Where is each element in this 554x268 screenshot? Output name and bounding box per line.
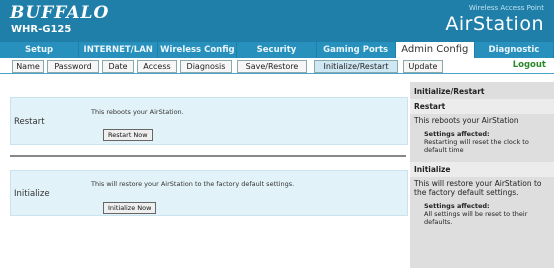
tab-internet-lan[interactable]: INTERNET/LAN <box>79 42 158 58</box>
help-initialize-affected-label: Settings affected: <box>424 202 490 210</box>
help-restart-affected-label: Settings affected: <box>424 130 490 138</box>
help-initialize-text: This will restore your AirStation to the… <box>414 179 542 197</box>
tab-gaming-ports[interactable]: Gaming Ports <box>316 42 395 58</box>
model-name: WHR-G125 <box>11 24 72 35</box>
subtab-save-restore[interactable]: Save/Restore <box>237 60 307 73</box>
tab-security[interactable]: Security <box>237 42 316 58</box>
help-title: Initialize/Restart <box>414 87 485 96</box>
product-name: AirStation <box>445 13 544 35</box>
subtab-password[interactable]: Password <box>47 60 99 73</box>
main-nav: Setup INTERNET/LAN Wireless Config Secur… <box>0 42 554 58</box>
restart-label: Restart <box>14 117 45 127</box>
initialize-label: Initialize <box>14 189 50 199</box>
logout-link[interactable]: Logout <box>513 60 546 70</box>
subtab-initialize-restart[interactable]: Initialize/Restart <box>314 60 398 73</box>
restart-now-button[interactable]: Restart Now <box>103 129 153 141</box>
product-subtitle: Wireless Access Point <box>468 4 544 12</box>
help-sidebar: Initialize/Restart Restart This reboots … <box>410 82 554 268</box>
subtab-access[interactable]: Access <box>137 60 177 73</box>
tab-setup[interactable]: Setup <box>0 42 79 58</box>
help-restart-title: Restart <box>410 99 554 114</box>
subtab-name[interactable]: Name <box>12 60 44 73</box>
help-initialize-title: Initialize <box>410 162 554 177</box>
restart-description: This reboots your AirStation. <box>91 108 184 116</box>
section-divider <box>10 155 406 157</box>
initialize-now-button[interactable]: Initialize Now <box>103 202 157 214</box>
sub-nav: Name Password Date Access Diagnosis Save… <box>0 58 554 73</box>
help-restart-text: This reboots your AirStation <box>414 116 519 125</box>
subtab-diagnosis[interactable]: Diagnosis <box>180 60 232 73</box>
buffalo-logo: BUFFALO <box>10 3 110 23</box>
help-restart-affected-text: Restarting will reset the clock to defau… <box>424 138 529 154</box>
tab-wireless-config[interactable]: Wireless Config <box>158 42 237 58</box>
initialize-panel: Initialize This will restore your AirSta… <box>10 170 408 216</box>
help-initialize-affected-text: All settings will be reset to their defa… <box>424 210 528 226</box>
app-header: BUFFALO WHR-G125 Wireless Access Point A… <box>0 0 554 42</box>
subtab-update[interactable]: Update <box>403 60 443 73</box>
restart-panel: Restart This reboots your AirStation. Re… <box>10 97 408 145</box>
subtab-date[interactable]: Date <box>102 60 134 73</box>
initialize-description: This will restore your AirStation to the… <box>91 180 295 188</box>
nav-divider <box>0 73 554 74</box>
tab-diagnostic[interactable]: Diagnostic <box>474 42 553 58</box>
tab-admin-config[interactable]: Admin Config <box>395 42 474 58</box>
